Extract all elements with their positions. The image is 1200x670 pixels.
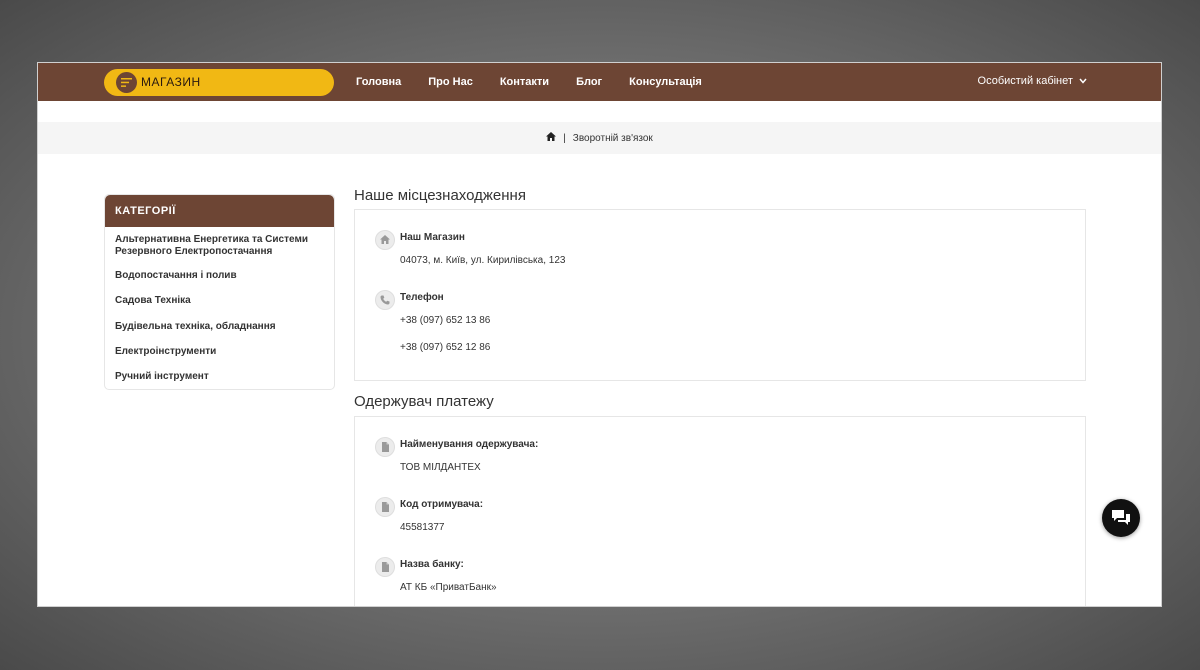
main-nav: Головна Про Нас Контакти Блог Консультац… bbox=[356, 63, 729, 101]
code-value: 45581377 bbox=[400, 522, 445, 533]
location-heading: Наше місцезнаходження bbox=[354, 187, 526, 204]
home-icon bbox=[375, 230, 395, 250]
category-item[interactable]: Електроінструменти bbox=[115, 346, 216, 358]
phone-icon bbox=[375, 290, 395, 310]
payment-heading: Одержувач платежу bbox=[354, 393, 494, 410]
store-title: Наш Магазин bbox=[400, 232, 465, 243]
bank-title: Назва банку: bbox=[400, 559, 464, 570]
chat-icon bbox=[1112, 510, 1130, 525]
category-item[interactable]: Альтернативна Енергетика та Системи Резе… bbox=[115, 234, 320, 258]
breadcrumb: | Зворотній зв'язок bbox=[38, 122, 1161, 154]
code-title: Код отримувача: bbox=[400, 499, 484, 510]
browser-page: МАГАЗИН Головна Про Нас Контакти Блог Ко… bbox=[38, 63, 1161, 606]
category-item[interactable]: Садова Техніка bbox=[115, 295, 191, 307]
nav-consultation[interactable]: Консультація bbox=[629, 76, 702, 88]
categories-title: КАТЕГОРІЇ bbox=[105, 195, 334, 227]
breadcrumb-current[interactable]: Зворотній зв'язок bbox=[573, 133, 653, 144]
nav-home[interactable]: Головна bbox=[356, 76, 401, 88]
bank-value: АТ КБ «ПриватБанк» bbox=[400, 582, 497, 593]
category-item[interactable]: Водопостачання і полив bbox=[115, 270, 237, 282]
top-navbar: МАГАЗИН Головна Про Нас Контакти Блог Ко… bbox=[38, 63, 1161, 101]
menu-icon bbox=[116, 72, 137, 93]
file-icon bbox=[375, 557, 395, 577]
payment-box: Найменування одержувача: ТОВ МІЛДАНТЕХ К… bbox=[354, 416, 1086, 606]
phone-title: Телефон bbox=[400, 292, 444, 303]
location-box: Наш Магазин 04073, м. Київ, ул. Кирилівс… bbox=[354, 209, 1086, 381]
file-icon bbox=[375, 437, 395, 457]
account-label: Особистий кабінет bbox=[977, 75, 1073, 87]
nav-contacts[interactable]: Контакти bbox=[500, 76, 549, 88]
chat-button[interactable] bbox=[1102, 499, 1140, 537]
shop-menu-button[interactable]: МАГАЗИН bbox=[104, 69, 334, 96]
shop-label: МАГАЗИН bbox=[141, 75, 201, 89]
phone-number[interactable]: +38 (097) 652 12 86 bbox=[400, 342, 490, 353]
home-icon[interactable] bbox=[546, 132, 557, 144]
category-item[interactable]: Ручний інструмент bbox=[115, 371, 209, 383]
phone-number[interactable]: +38 (097) 652 13 86 bbox=[400, 315, 490, 326]
store-address: 04073, м. Київ, ул. Кирилівська, 123 bbox=[400, 255, 566, 266]
recipient-value: ТОВ МІЛДАНТЕХ bbox=[400, 462, 481, 473]
categories-panel: КАТЕГОРІЇ Альтернативна Енергетика та Си… bbox=[104, 194, 335, 390]
nav-about[interactable]: Про Нас bbox=[428, 76, 473, 88]
chevron-down-icon bbox=[1079, 78, 1087, 84]
file-icon bbox=[375, 497, 395, 517]
recipient-title: Найменування одержувача: bbox=[400, 439, 539, 450]
account-menu[interactable]: Особистий кабінет bbox=[978, 75, 1087, 87]
breadcrumb-separator: | bbox=[563, 132, 566, 144]
nav-blog[interactable]: Блог bbox=[576, 76, 602, 88]
category-item[interactable]: Будівельна техніка, обладнання bbox=[115, 321, 276, 333]
